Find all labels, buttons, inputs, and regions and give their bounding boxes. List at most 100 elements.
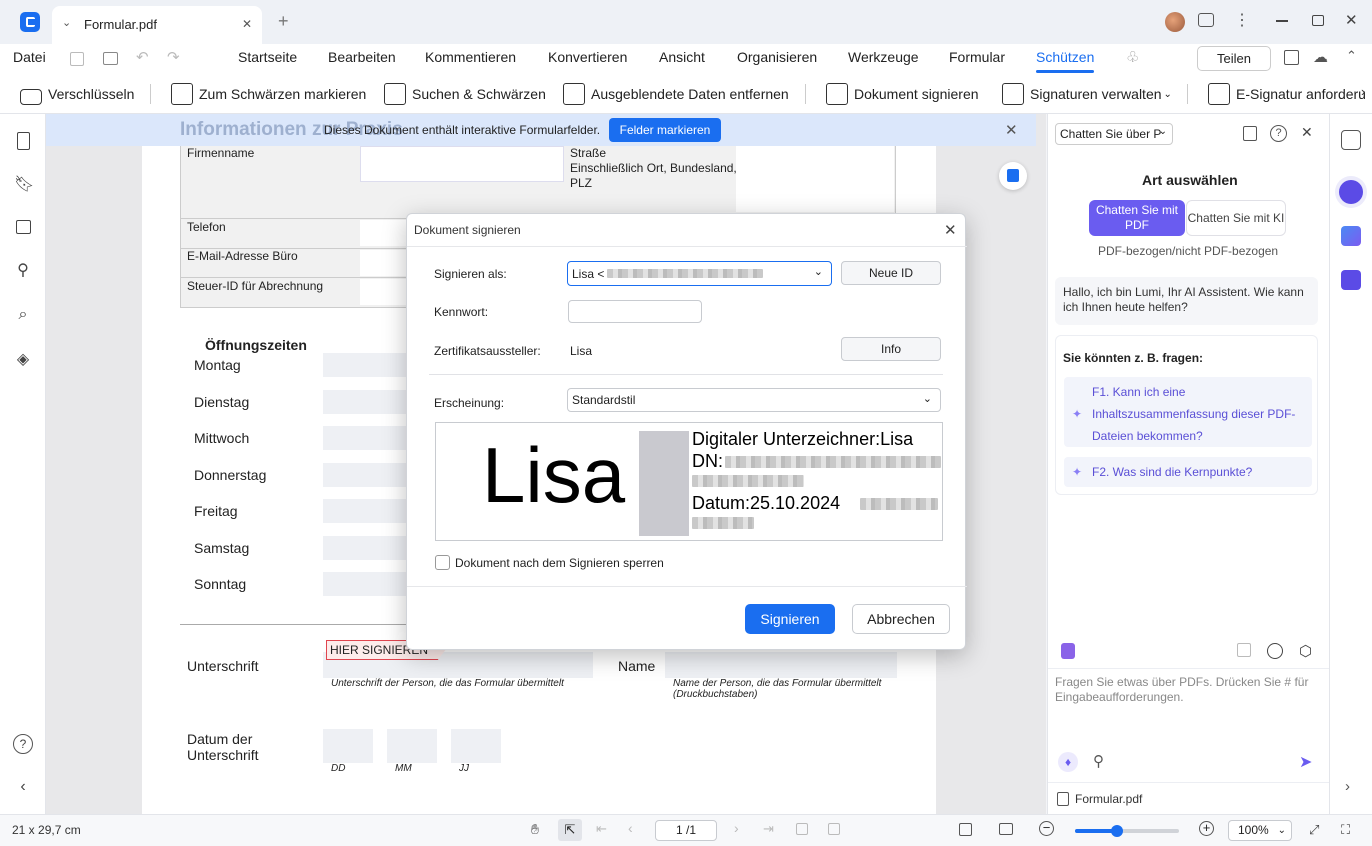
zoom-slider-handle[interactable]: [1110, 825, 1123, 837]
day-hours-field[interactable]: [323, 536, 413, 560]
telefon-field[interactable]: [360, 220, 410, 246]
name-field[interactable]: [665, 652, 897, 678]
share-button[interactable]: Teilen: [1197, 46, 1271, 71]
undo-icon[interactable]: ↶: [136, 48, 149, 66]
date-day-field[interactable]: [323, 729, 373, 763]
menu-kommentieren[interactable]: Kommentieren: [425, 49, 516, 65]
organize-icon[interactable]: [1284, 50, 1299, 65]
collapse-sidebar-icon[interactable]: ‹: [14, 778, 32, 796]
redo-icon[interactable]: ↷: [167, 48, 180, 66]
send-icon[interactable]: ➤: [1299, 752, 1312, 772]
menu-konvertieren[interactable]: Konvertieren: [548, 49, 627, 65]
lock-checkbox[interactable]: [435, 555, 450, 570]
day-hours-field[interactable]: [323, 499, 413, 523]
remove-hidden-button[interactable]: Ausgeblendete Daten entfernen: [563, 80, 789, 108]
highlight-fields-button[interactable]: Felder markieren: [609, 118, 721, 142]
last-page-icon[interactable]: ⇥: [763, 821, 774, 837]
comment-icon[interactable]: [16, 220, 31, 234]
day-hours-field[interactable]: [323, 572, 413, 596]
translate-icon[interactable]: [1341, 226, 1361, 246]
page-number-input[interactable]: 1 /1: [655, 820, 717, 841]
sign-as-select[interactable]: Lisa < ⌄: [567, 261, 832, 286]
attachment-icon[interactable]: ⚲: [14, 262, 32, 280]
zoom-out-icon[interactable]: −: [1039, 821, 1054, 836]
maximize-icon[interactable]: [1312, 15, 1324, 26]
properties-icon[interactable]: [1341, 130, 1361, 150]
menu-startseite[interactable]: Startseite: [238, 49, 297, 65]
document-tab[interactable]: ⌄ Formular.pdf ✕: [52, 6, 262, 44]
day-hours-field[interactable]: [323, 353, 413, 377]
date-month-field[interactable]: [387, 729, 437, 763]
menu-schuetzen[interactable]: Schützen: [1036, 49, 1094, 65]
day-hours-field[interactable]: [323, 390, 413, 414]
attachment-icon[interactable]: ⚲: [1093, 752, 1104, 770]
help-icon[interactable]: ?: [1270, 125, 1287, 142]
upload-cloud-icon[interactable]: ☁: [1313, 48, 1328, 66]
menu-ansicht[interactable]: Ansicht: [659, 49, 705, 65]
history-icon[interactable]: [1267, 643, 1283, 659]
suggestion-1[interactable]: ✦ F1. Kann ich eine Inhaltszusammenfassun…: [1064, 377, 1312, 447]
expand-icon[interactable]: ⌃: [1346, 48, 1357, 64]
lightbulb-icon[interactable]: ♦: [1058, 752, 1078, 772]
minimize-icon[interactable]: [1276, 20, 1288, 22]
mode-pdf-button[interactable]: Chatten Sie mit PDF: [1089, 200, 1185, 236]
chat-input[interactable]: Fragen Sie etwas über PDFs. Drücken Sie …: [1055, 675, 1317, 705]
lightbulb-icon[interactable]: ♧: [1126, 48, 1139, 66]
fit-page-icon[interactable]: ⤢: [1309, 822, 1319, 838]
page-thumbnail-icon[interactable]: [17, 132, 30, 150]
password-input[interactable]: [568, 300, 702, 323]
first-page-icon[interactable]: ⇤: [596, 821, 607, 837]
search-redact-button[interactable]: Suchen & Schwärzen: [384, 80, 546, 108]
email-field[interactable]: [360, 250, 410, 276]
settings-icon[interactable]: ⬡: [1299, 642, 1312, 660]
crop-icon[interactable]: [828, 823, 840, 835]
address-field[interactable]: [736, 146, 894, 212]
expand-right-icon[interactable]: ›: [1345, 778, 1350, 795]
day-hours-field[interactable]: [323, 463, 413, 487]
toolbar-scroll-right-icon[interactable]: ›: [1361, 84, 1365, 99]
new-id-button[interactable]: Neue ID: [841, 261, 941, 285]
close-icon[interactable]: ✕: [1005, 121, 1018, 139]
rotate-icon[interactable]: [796, 823, 808, 835]
encrypt-button[interactable]: Verschlüsseln: [20, 80, 134, 108]
mode-ai-button[interactable]: Chatten Sie mit KI: [1186, 200, 1286, 236]
menu-werkzeuge[interactable]: Werkzeuge: [848, 49, 919, 65]
menu-formular[interactable]: Formular: [949, 49, 1005, 65]
page-layout-icon[interactable]: [959, 823, 972, 836]
layers-icon[interactable]: ◈: [14, 351, 32, 369]
info-button[interactable]: Info: [841, 337, 941, 361]
chat-mode-dropdown[interactable]: Chatten Sie über P ⌄: [1055, 123, 1173, 145]
print-icon[interactable]: [103, 52, 118, 65]
menu-file[interactable]: Datei: [13, 49, 46, 65]
date-year-field[interactable]: [451, 729, 501, 763]
menu-bearbeiten[interactable]: Bearbeiten: [328, 49, 396, 65]
help-icon[interactable]: ?: [13, 734, 33, 754]
bookmark-icon[interactable]: 🔖︎: [14, 176, 34, 194]
avatar[interactable]: [1165, 12, 1185, 32]
save-icon[interactable]: [70, 52, 84, 66]
search-icon[interactable]: ⌕: [14, 306, 32, 324]
close-window-icon[interactable]: ✕: [1345, 11, 1358, 29]
appearance-select[interactable]: Standardstil ⌄: [567, 388, 941, 412]
new-chat-icon[interactable]: [1237, 643, 1251, 657]
prompt-library-icon[interactable]: [1061, 643, 1075, 659]
firmenname-field[interactable]: [360, 146, 564, 182]
feedback-icon[interactable]: [1198, 13, 1214, 27]
view-mode-icon[interactable]: [999, 823, 1013, 835]
new-tab-icon[interactable]: +: [278, 11, 289, 32]
fullscreen-icon[interactable]: ⛶: [1341, 822, 1350, 838]
chevron-down-icon[interactable]: ⌄: [62, 16, 71, 29]
more-icon[interactable]: ⋮: [1234, 10, 1250, 30]
next-page-icon[interactable]: ›: [734, 820, 739, 836]
chat-history-icon[interactable]: [1243, 126, 1257, 141]
close-panel-icon[interactable]: ✕: [1301, 124, 1313, 141]
menu-organisieren[interactable]: Organisieren: [737, 49, 817, 65]
close-dialog-icon[interactable]: ✕: [944, 221, 957, 239]
extract-page-icon[interactable]: [999, 162, 1027, 190]
select-tool-icon[interactable]: ⇱: [558, 819, 582, 841]
check-icon[interactable]: [1341, 270, 1361, 290]
steuer-field[interactable]: [360, 279, 410, 305]
hand-tool-icon[interactable]: ✋︎: [531, 821, 539, 838]
zoom-select[interactable]: 100% ⌄: [1228, 820, 1292, 841]
prev-page-icon[interactable]: ‹: [628, 820, 633, 836]
